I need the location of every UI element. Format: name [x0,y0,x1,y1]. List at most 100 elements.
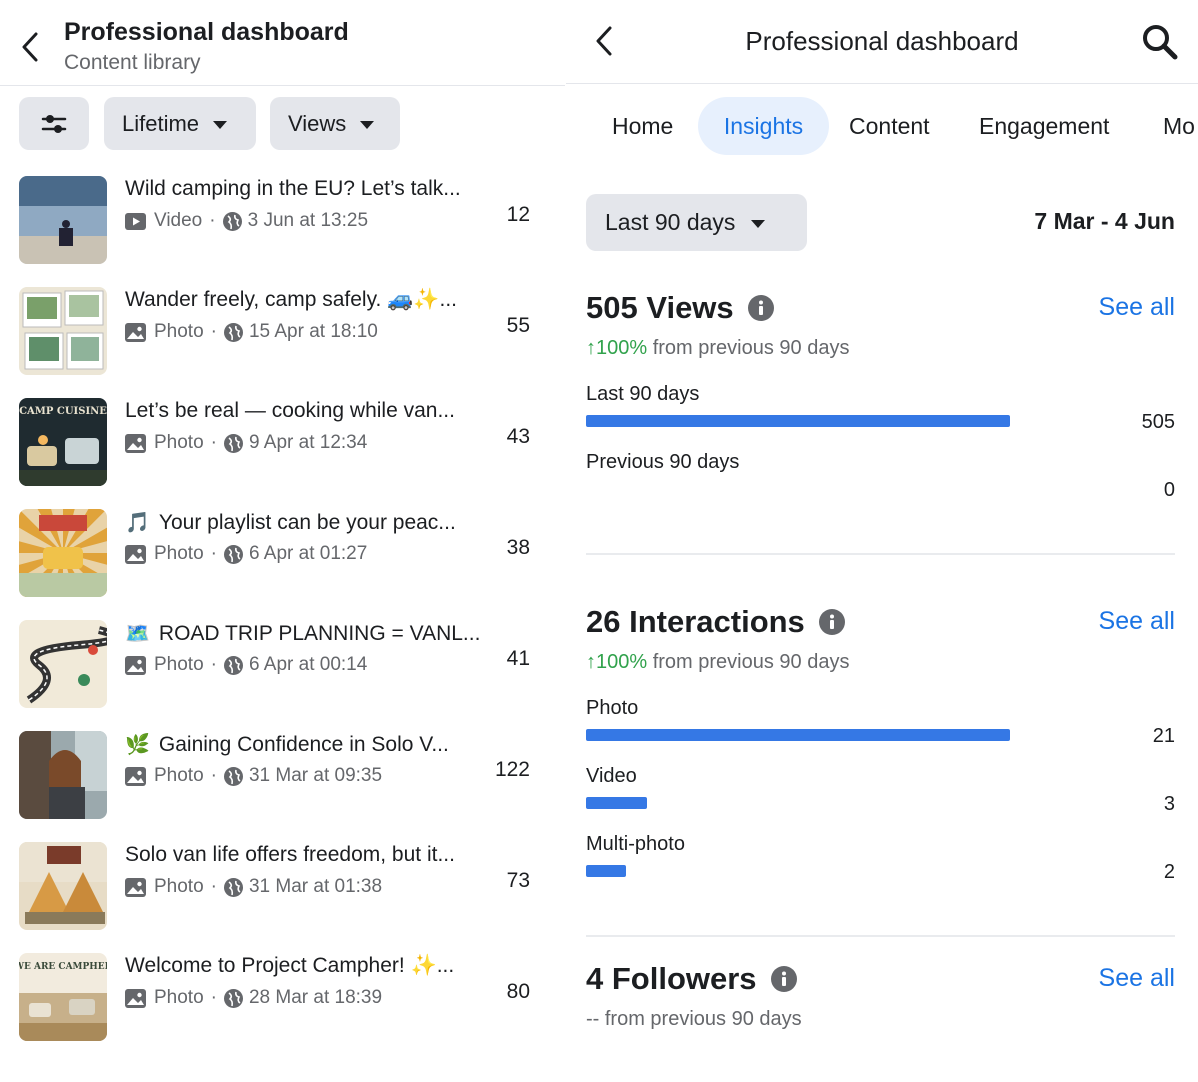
post-thumbnail[interactable] [19,176,107,264]
page-subtitle: Content library [64,51,201,74]
interactions-bar [586,797,647,809]
interactions-delta: ↑100% from previous 90 days [586,651,849,674]
post-thumbnail[interactable]: CAMP CUISINE [19,398,107,486]
views-title-text: 505 Views [586,290,734,325]
interactions-see-all-link[interactable]: See all [1099,607,1175,636]
date-range-text: 7 Mar - 4 Jun [1034,208,1175,234]
photo-icon [125,433,146,453]
post-date: 3 Jun at 13:25 [247,210,369,231]
caret-down-icon [360,120,375,129]
views-see-all-link[interactable]: See all [1099,293,1175,322]
post-title-text: Your playlist can be your peac... [158,510,456,534]
views-row-value: 505 [1141,411,1175,433]
period-dropdown-label: Lifetime [122,110,200,136]
tab-engagement[interactable]: Engagement [979,97,1109,155]
post-title: 🎵 Your playlist can be your peac... [125,510,456,535]
period-dropdown[interactable]: Lifetime [104,97,256,150]
tab-content[interactable]: Content [849,97,930,155]
post-date: 6 Apr at 00:14 [248,654,368,675]
post-row[interactable]: Solo van life offers freedom, but it... P… [0,831,565,931]
info-icon[interactable] [818,609,845,635]
post-thumbnail[interactable] [19,620,107,708]
interactions-row-label: Photo [586,697,639,719]
post-date: 9 Apr at 12:34 [248,432,368,453]
post-type: Photo [154,543,204,564]
svg-text:CAMP CUISINE: CAMP CUISINE [19,406,107,417]
post-title-text: Wander freely, camp safely. 🚙✨... [125,288,458,311]
meta-separator: · [210,432,217,453]
tab-insights[interactable]: Insights [698,97,829,155]
followers-title-text: 4 Followers [586,961,757,996]
post-row[interactable]: 🗺️ ROAD TRIP PLANNING = VANL... Photo · 6 Ap… [0,609,565,709]
post-thumbnail[interactable]: WE ARE CAMPHER [19,953,107,1041]
post-emoji: 🌿 [125,734,150,756]
divider [586,553,1175,555]
followers-see-all-link[interactable]: See all [1099,964,1175,993]
video-icon [125,212,146,230]
globe-icon [223,655,243,675]
views-delta-arrow-icon: ↑ [586,337,596,359]
info-icon[interactable] [770,966,797,992]
meta-separator: · [210,321,217,342]
followers-title: 4 Followers [586,961,797,997]
views-row-value: 0 [1163,479,1175,501]
post-row[interactable]: Wander freely, camp safely. 🚙✨... Photo · 1… [0,276,565,376]
post-meta: Photo · 9 Apr at 12:34 [125,432,367,454]
post-views-value: 55 [506,314,530,337]
insights-panel: Professional dashboard Home Insights Con… [566,0,1198,1082]
post-date: 28 Mar at 18:39 [248,987,383,1008]
post-row[interactable]: CAMP CUISINE Let’s be real — cooking whil… [0,387,565,487]
post-views-value: 122 [494,758,530,781]
filter-settings-button[interactable] [19,97,89,150]
globe-icon [223,877,243,897]
search-icon[interactable] [1140,22,1180,62]
post-meta: Photo · 15 Apr at 18:10 [125,321,378,343]
photo-icon [125,766,146,786]
post-views-value: 43 [506,425,530,448]
post-thumbnail[interactable] [19,287,107,375]
post-thumbnail[interactable] [19,731,107,819]
tab-bar: Home Insights Content Engagement Mo [566,97,1198,155]
post-title-text: Gaining Confidence in Solo V... [158,732,449,756]
post-title: Wild camping in the EU? Let’s talk... [125,177,461,201]
metric-dropdown[interactable]: Views [270,97,400,150]
post-row[interactable]: Wild camping in the EU? Let’s talk... Vid… [0,165,565,265]
caret-down-icon [213,120,228,129]
post-row[interactable]: WE ARE CAMPHER Welcome to Project Campher… [0,942,565,1042]
post-thumbnail[interactable] [19,509,107,597]
post-title: Let’s be real — cooking while van... [125,399,455,423]
post-title: Wander freely, camp safely. 🚙✨... [125,288,457,312]
interactions-delta-arrow-icon: ↑ [586,651,596,673]
post-thumbnail[interactable] [19,842,107,930]
svg-text:WE ARE CAMPHER: WE ARE CAMPHER [19,962,107,972]
post-type: Photo [154,432,204,453]
interactions-row-value: 2 [1163,861,1175,883]
post-views-value: 38 [506,536,530,559]
post-row[interactable]: 🌿 Gaining Confidence in Solo V... Photo · 31… [0,720,565,820]
divider [586,935,1175,937]
post-type: Photo [154,987,204,1008]
post-type: Video [154,210,203,231]
post-type: Photo [154,321,204,342]
back-arrow-icon[interactable] [18,30,44,64]
views-row-label: Last 90 days [586,383,700,405]
post-row[interactable]: 🎵 Your playlist can be your peac... Photo ·… [0,498,565,598]
date-range-dropdown[interactable]: Last 90 days [586,194,807,251]
meta-separator: · [210,765,217,786]
post-meta: Photo · 31 Mar at 09:35 [125,765,382,787]
caret-down-icon [751,219,766,228]
views-delta-text: from previous 90 days [647,337,850,359]
tab-home[interactable]: Home [612,97,673,155]
meta-separator: · [210,654,217,675]
info-icon[interactable] [747,295,774,321]
tab-more[interactable]: Mo [1163,97,1195,155]
interactions-title: 26 Interactions [586,604,845,640]
post-meta: Photo · 31 Mar at 01:38 [125,876,382,898]
post-views-value: 80 [506,980,530,1003]
views-delta: ↑100% from previous 90 days [586,337,849,360]
globe-icon [223,544,243,564]
interactions-bar [586,865,626,877]
views-delta-pct: 100% [596,337,648,359]
post-type: Photo [154,876,204,897]
interactions-row-value: 21 [1152,725,1175,747]
